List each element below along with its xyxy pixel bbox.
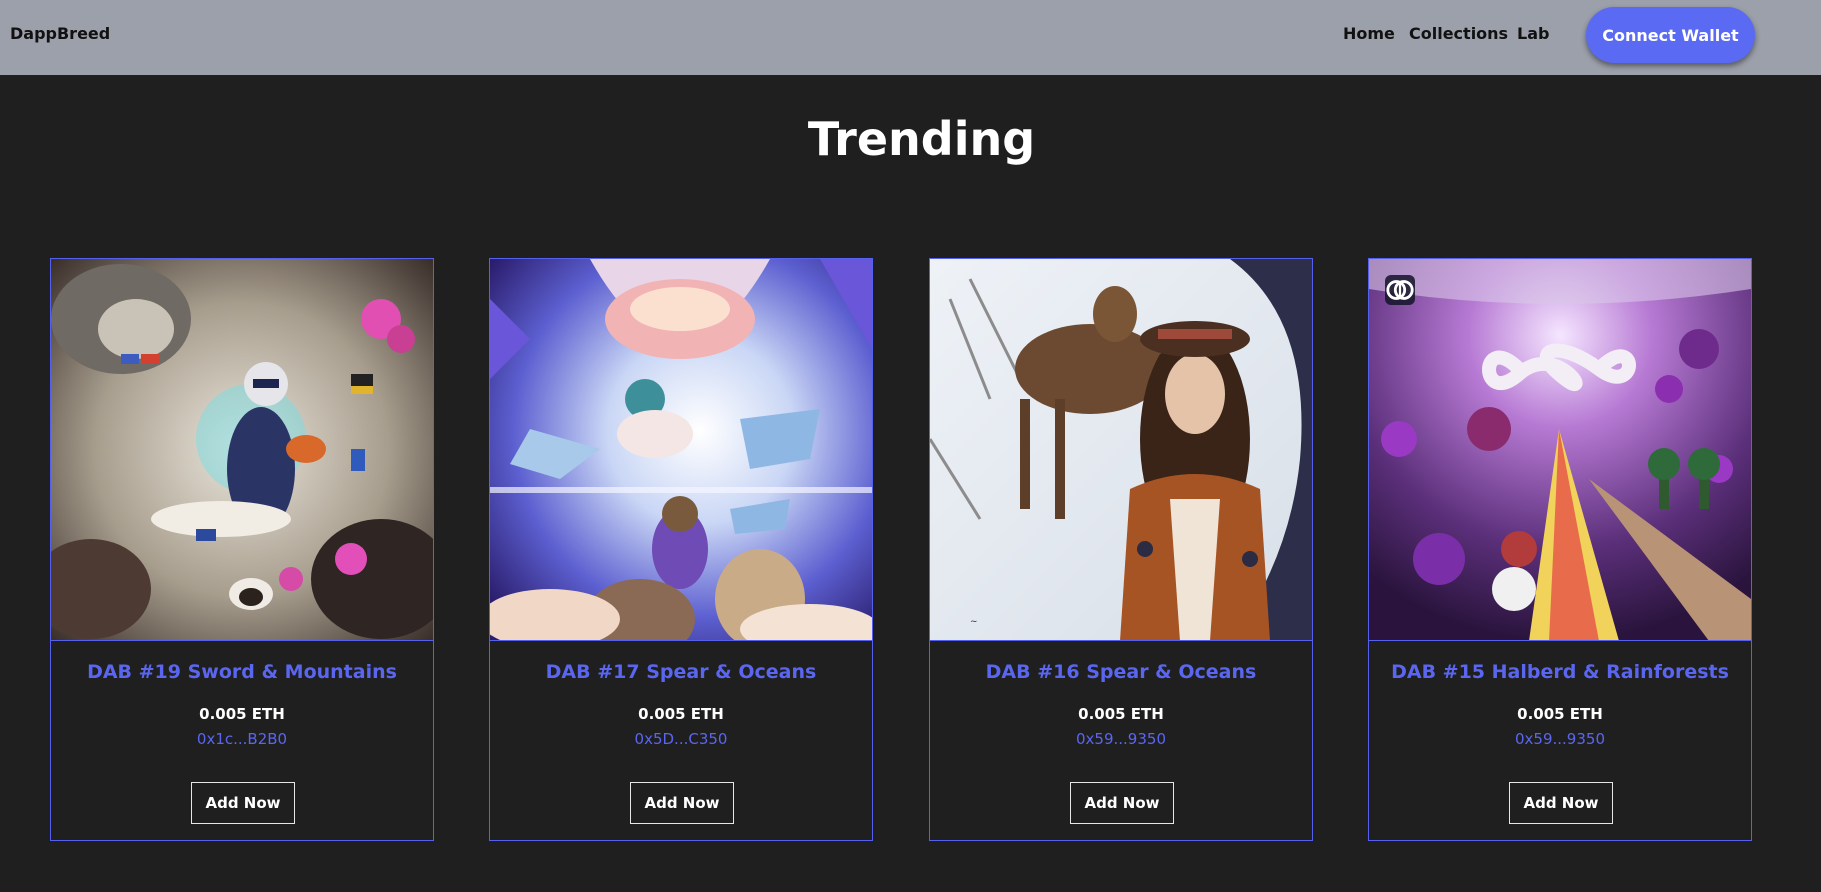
nav-link-lab[interactable]: Lab xyxy=(1517,24,1549,43)
nft-title[interactable]: DAB #19 Sword & Mountains xyxy=(51,661,433,683)
add-now-button[interactable]: Add Now xyxy=(1509,782,1613,824)
brand-logo[interactable]: DappBreed xyxy=(10,24,110,43)
nft-title[interactable]: DAB #16 Spear & Oceans xyxy=(930,661,1312,683)
nft-price: 0.005 ETH xyxy=(638,705,724,723)
nft-card: DAB #19 Sword & Mountains 0.005 ETH 0x1c… xyxy=(50,258,434,841)
nft-image-astronaut[interactable] xyxy=(51,259,433,641)
connect-wallet-button[interactable]: Connect Wallet xyxy=(1586,7,1755,63)
nft-price: 0.005 ETH xyxy=(1078,705,1164,723)
add-now-button[interactable]: Add Now xyxy=(630,782,734,824)
nft-card: DAB #17 Spear & Oceans 0.005 ETH 0x5D...… xyxy=(489,258,873,841)
woman-deer-artwork: ~ xyxy=(930,259,1312,640)
nft-price: 0.005 ETH xyxy=(199,705,285,723)
nft-owner-address[interactable]: 0x59...9350 xyxy=(930,730,1312,748)
nft-title[interactable]: DAB #15 Halberd & Rainforests xyxy=(1369,661,1751,683)
nft-card: DAB #15 Halberd & Rainforests 0.005 ETH … xyxy=(1368,258,1752,841)
nft-card: ~ DAB #16 Spear & Oceans 0.005 ETH 0x59.… xyxy=(929,258,1313,841)
nav-link-collections[interactable]: Collections xyxy=(1409,24,1508,43)
nav-link-home[interactable]: Home xyxy=(1343,24,1395,43)
page-title: Trending xyxy=(807,112,1036,166)
infinity-road-artwork xyxy=(1369,259,1751,640)
brain-icon[interactable] xyxy=(1385,275,1415,305)
nft-image-infinity-road[interactable] xyxy=(1369,259,1751,641)
floating-islands-artwork xyxy=(490,259,872,640)
svg-text:~: ~ xyxy=(970,617,978,627)
nft-owner-address[interactable]: 0x1c...B2B0 xyxy=(51,730,433,748)
nft-price: 0.005 ETH xyxy=(1517,705,1603,723)
astronaut-artwork xyxy=(51,259,433,640)
add-now-button[interactable]: Add Now xyxy=(1070,782,1174,824)
add-now-button[interactable]: Add Now xyxy=(191,782,295,824)
nft-title[interactable]: DAB #17 Spear & Oceans xyxy=(490,661,872,683)
nft-owner-address[interactable]: 0x5D...C350 xyxy=(490,730,872,748)
nft-image-woman-deer[interactable]: ~ xyxy=(930,259,1312,641)
navbar: DappBreed Home Collections Lab Connect W… xyxy=(0,0,1821,75)
nft-image-floating-islands[interactable] xyxy=(490,259,872,641)
nft-owner-address[interactable]: 0x59...9350 xyxy=(1369,730,1751,748)
